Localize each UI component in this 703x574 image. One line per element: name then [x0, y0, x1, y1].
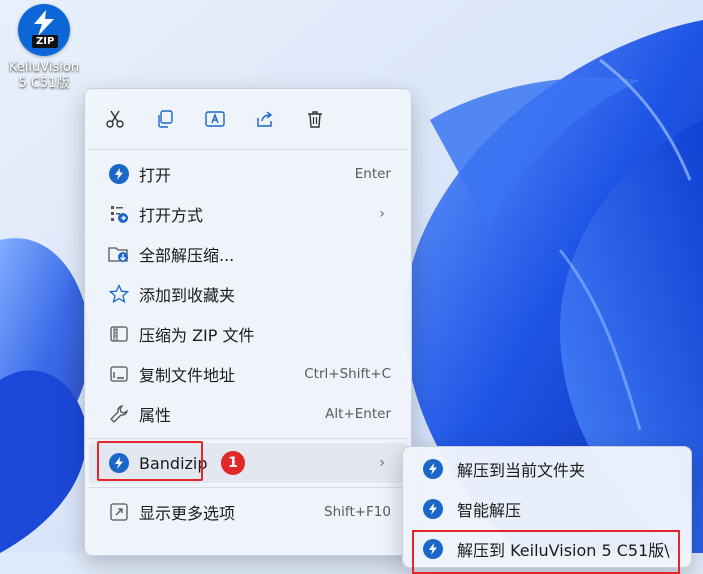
menu-item-label: 添加到收藏夹: [139, 286, 236, 305]
menu-item-label: 打开方式: [139, 206, 204, 225]
bandizip-icon: [423, 459, 443, 479]
submenu-item-extract-here[interactable]: 解压到当前文件夹: [407, 449, 687, 489]
share-icon: [257, 111, 273, 127]
zip-file-icon: [110, 326, 128, 342]
wrench-icon: [110, 405, 128, 423]
copy-path-icon: [110, 366, 128, 382]
menu-item-copy-path[interactable]: 复制文件地址 Ctrl+Shift+C: [89, 354, 407, 394]
menu-item-properties[interactable]: 属性 Alt+Enter: [89, 394, 407, 434]
shortcut-label: Enter: [354, 166, 391, 182]
bandizip-icon: [109, 164, 129, 184]
submenu-item-label: 解压到当前文件夹: [457, 461, 586, 480]
rename-button[interactable]: [195, 101, 235, 137]
open-with-icon: [111, 206, 128, 223]
desktop-file-icon[interactable]: ZIP KeiluVision 5 C51版: [0, 4, 88, 92]
menu-item-label: Bandizip: [139, 453, 208, 473]
highlight-box: [412, 530, 680, 574]
step-badge: 1: [221, 451, 245, 475]
bandizip-icon: [109, 453, 129, 473]
file-name-line2: 5 C51版: [18, 76, 70, 91]
shortcut-label: Alt+Enter: [325, 406, 391, 422]
menu-item-label: 压缩为 ZIP 文件: [139, 326, 255, 345]
menu-item-open-with[interactable]: 打开方式 ›: [89, 194, 407, 234]
show-more-icon: [110, 503, 128, 521]
bandizip-archive-icon: ZIP: [18, 4, 70, 56]
context-menu: 打开 Enter 打开方式 › 全部解压缩... 添加到收藏夹 压缩为 ZIP …: [84, 88, 412, 556]
bandizip-icon: [423, 499, 443, 519]
menu-item-label: 显示更多选项: [139, 504, 236, 523]
copy-icon: [158, 110, 173, 128]
menu-item-label: 全部解压缩...: [139, 246, 235, 265]
menu-item-compress-zip[interactable]: 压缩为 ZIP 文件: [89, 314, 407, 354]
menu-item-show-more[interactable]: 显示更多选项 Shift+F10: [89, 492, 407, 532]
share-button[interactable]: [245, 101, 285, 137]
divider: [89, 487, 407, 488]
shortcut-label: Ctrl+Shift+C: [304, 366, 391, 382]
chevron-right-icon: ›: [379, 206, 385, 222]
zip-badge: ZIP: [32, 35, 59, 48]
file-name-line1: KeiluVision: [8, 60, 80, 75]
shortcut-label: Shift+F10: [324, 504, 391, 520]
divider: [89, 438, 407, 439]
copy-button[interactable]: [145, 101, 185, 137]
trash-icon: [308, 111, 322, 128]
chevron-right-icon: ›: [379, 455, 385, 471]
scissors-icon: [106, 110, 124, 128]
rename-icon: [205, 111, 225, 127]
menu-item-label: 属性: [139, 406, 172, 425]
submenu-item-label: 智能解压: [457, 501, 522, 520]
delete-button[interactable]: [295, 101, 335, 137]
cut-button[interactable]: [95, 101, 135, 137]
menu-item-extract-all[interactable]: 全部解压缩...: [89, 234, 407, 274]
menu-item-add-favorites[interactable]: 添加到收藏夹: [89, 274, 407, 314]
context-toolbar: [85, 89, 411, 149]
star-icon: [109, 284, 129, 304]
menu-item-open[interactable]: 打开 Enter: [89, 154, 407, 194]
menu-item-label: 打开: [139, 166, 172, 185]
extract-all-icon: [108, 247, 128, 262]
submenu-item-smart-extract[interactable]: 智能解压: [407, 489, 687, 529]
menu-item-bandizip[interactable]: Bandizip 1 ›: [89, 441, 407, 483]
menu-item-label: 复制文件地址: [139, 366, 236, 385]
